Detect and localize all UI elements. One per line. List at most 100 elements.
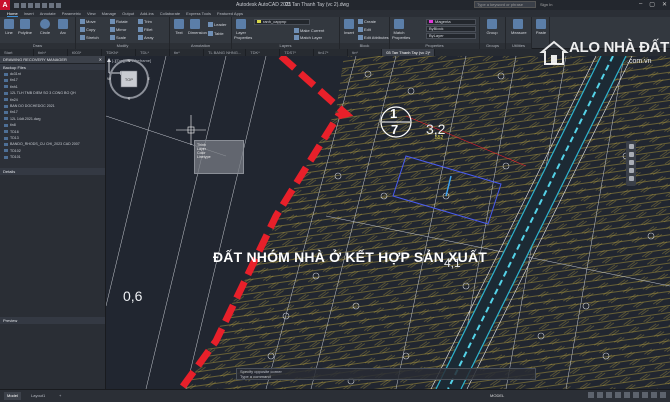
tab-home[interactable]: Home	[7, 11, 18, 17]
viewcube[interactable]: TOP N S E W	[106, 56, 152, 102]
new-icon[interactable]	[14, 2, 19, 8]
lineweight-dropdown[interactable]: ByLayer	[426, 33, 476, 39]
make-current-button[interactable]: Make Current	[294, 28, 324, 33]
viewcube-face[interactable]: TOP	[125, 77, 133, 82]
close-panel-icon[interactable]: ✕	[99, 56, 102, 63]
create-block-button[interactable]: Create	[358, 19, 376, 24]
leader-button[interactable]: Leader	[208, 22, 226, 27]
rotate-button[interactable]: Rotate	[110, 19, 128, 24]
doc-tab-active[interactable]: 03 Tan Thanh Tay (vc 2)*	[382, 49, 436, 56]
move-button[interactable]: Move	[80, 19, 96, 24]
text-button[interactable]: Text	[172, 19, 186, 35]
drawing-canvas[interactable]: [-][Top][2D Wireframe] Thinh Layer Color…	[106, 56, 670, 389]
tab-express-tools[interactable]: Express Tools	[186, 11, 211, 16]
tab-output[interactable]: Output	[122, 11, 134, 16]
pan-icon[interactable]	[628, 152, 634, 157]
compass-west[interactable]: W	[107, 76, 111, 81]
snap-icon[interactable]	[597, 392, 603, 398]
polar-icon[interactable]	[615, 392, 621, 398]
doc-tab[interactable]: TDL*	[136, 49, 170, 56]
line-button[interactable]: Line	[2, 19, 16, 35]
compass-south[interactable]: S	[128, 96, 131, 101]
tab-annotate[interactable]: Annotate	[40, 11, 56, 16]
fillet-button[interactable]: Fillet	[138, 27, 152, 32]
doc-tab[interactable]: TDS7*	[280, 49, 315, 56]
doc-tab[interactable]: t003*	[68, 49, 102, 56]
circle-button[interactable]: Circle	[38, 19, 52, 35]
showmotion-icon[interactable]	[628, 176, 634, 181]
search-input[interactable]: Type a keyword or phrase	[474, 1, 536, 8]
layer-properties-button[interactable]: Layer Properties	[234, 19, 252, 40]
edit-attributes-button[interactable]: Edit Attributes	[358, 35, 389, 40]
tab-manage[interactable]: Manage	[102, 11, 116, 16]
doc-tab[interactable]: TDKN*	[102, 49, 136, 56]
details-caption[interactable]: Details	[0, 168, 105, 175]
match-layer-button[interactable]: Match Layer	[294, 35, 322, 40]
autocad-logo-icon[interactable]: A	[0, 0, 10, 10]
table-button[interactable]: Table	[208, 31, 224, 36]
measure-button[interactable]: Measure	[511, 19, 527, 35]
ortho-icon[interactable]	[606, 392, 612, 398]
tab-add-ins[interactable]: Add-ins	[140, 11, 154, 16]
compass-north[interactable]: N	[128, 58, 131, 63]
doc-tab[interactable]: tin17*	[314, 49, 349, 56]
annotation-scale-icon[interactable]	[642, 392, 648, 398]
orbit-icon[interactable]	[628, 168, 634, 173]
mirror-button[interactable]: Mirror	[110, 27, 126, 32]
redo-icon[interactable]	[56, 2, 61, 8]
zoom-icon[interactable]	[628, 160, 634, 165]
backup-files-caption[interactable]: Backup Files	[0, 63, 105, 70]
customize-menu-icon[interactable]	[660, 392, 666, 398]
scale-button[interactable]: Scale	[110, 35, 126, 40]
stretch-button[interactable]: Stretch	[80, 35, 99, 40]
model-space-indicator[interactable]: MODEL	[490, 393, 504, 398]
trim-button[interactable]: Trim	[138, 19, 152, 24]
array-button[interactable]: Array	[138, 35, 154, 40]
group-button[interactable]: Group	[485, 19, 499, 35]
tab-featured-apps[interactable]: Featured Apps	[217, 11, 243, 16]
tab-parametric[interactable]: Parametric	[62, 11, 81, 16]
steering-wheel-icon[interactable]	[628, 144, 634, 149]
print-icon[interactable]	[42, 2, 47, 8]
insert-block-button[interactable]: Insert	[342, 19, 356, 35]
grid-icon[interactable]	[588, 392, 594, 398]
command-input[interactable]: Type a command	[240, 374, 532, 380]
dimension-button[interactable]: Dimension	[188, 19, 207, 35]
lineweight-icon[interactable]	[633, 392, 639, 398]
open-icon[interactable]	[21, 2, 26, 8]
doc-tab[interactable]: tinh*	[34, 49, 68, 56]
tab-collaborate[interactable]: Collaborate	[160, 11, 180, 16]
doc-tab[interactable]: TDK*	[246, 49, 281, 56]
paste-button[interactable]: Paste	[534, 19, 548, 35]
model-tab[interactable]: Model	[4, 392, 21, 400]
save-icon[interactable]	[28, 2, 33, 8]
layout1-tab[interactable]: Layout1	[28, 392, 48, 400]
osnap-icon[interactable]	[624, 392, 630, 398]
workspace-gear-icon[interactable]	[651, 392, 657, 398]
sign-in-link[interactable]: Sign In	[540, 2, 552, 7]
linetype-dropdown[interactable]: ByBlock	[426, 26, 476, 32]
compass-east[interactable]: E	[148, 76, 151, 81]
doc-tab[interactable]: TL BANG NHNG...	[204, 49, 247, 56]
doc-tab[interactable]: tin*	[348, 49, 383, 56]
doc-tab[interactable]: tin*	[170, 49, 204, 56]
maximize-icon[interactable]: ▢	[649, 1, 655, 8]
doc-tab-start[interactable]: Start	[0, 49, 34, 56]
polyline-button[interactable]: Polyline	[18, 19, 32, 35]
preview-caption[interactable]: Preview	[0, 317, 105, 324]
copy-button[interactable]: Copy	[80, 27, 95, 32]
save-as-icon[interactable]	[35, 2, 40, 8]
color-dropdown[interactable]: Magenta	[426, 19, 476, 25]
arc-button[interactable]: Arc	[56, 19, 70, 35]
command-line[interactable]: Specify opposite corner Type a command	[236, 368, 536, 380]
tab-insert[interactable]: Insert	[24, 11, 34, 16]
tab-view[interactable]: View	[87, 11, 96, 16]
add-layout-icon[interactable]: +	[56, 392, 64, 400]
backup-file-item[interactable]: TD101	[4, 154, 105, 160]
close-icon[interactable]: ✕	[662, 1, 667, 8]
layer-dropdown[interactable]: ranh_cappnp	[254, 19, 310, 25]
minimize-icon[interactable]: –	[639, 1, 642, 8]
edit-block-button[interactable]: Edit	[358, 27, 371, 32]
undo-icon[interactable]	[49, 2, 54, 8]
match-properties-button[interactable]: Match Properties	[392, 19, 410, 40]
